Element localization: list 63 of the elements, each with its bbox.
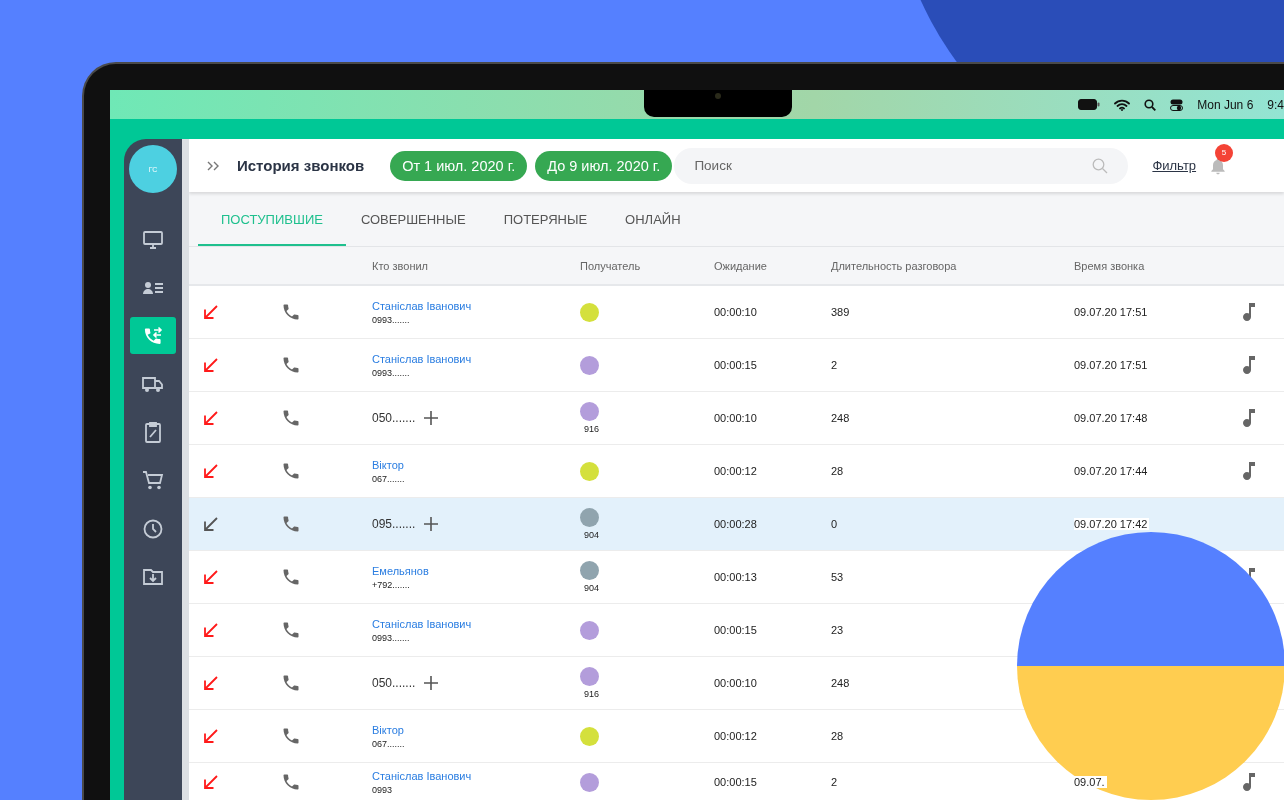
column-header: Получатель: [580, 259, 642, 272]
wait-time: 00:00:10: [714, 306, 757, 318]
wait-time: 00:00:13: [714, 571, 757, 583]
call-time: 09.07.20 17:44: [1074, 465, 1150, 477]
call-duration: 248: [831, 677, 850, 689]
caller-phone: 0993.......: [372, 314, 411, 325]
wait-time: 00:00:12: [714, 730, 757, 742]
caller-phone: +792.......: [372, 579, 411, 590]
column-header: Ожидание: [714, 259, 768, 272]
table-row[interactable]: 050....... 916 00:00:10 248 09.07.20 17:48: [189, 392, 1284, 445]
caller-name-link[interactable]: Віктор: [372, 723, 405, 736]
table-row[interactable]: Станіслав Іванович 0993....... 00:00:15 2 09.07.20 17:51: [189, 339, 1284, 392]
wait-time: 00:00:10: [714, 412, 757, 424]
caller-phone: 095.......: [372, 517, 416, 531]
caller-phone: 067.......: [372, 738, 405, 749]
extension-number: 904: [584, 530, 600, 540]
caller-name-link[interactable]: Станіслав Іванович: [372, 299, 472, 312]
table-row[interactable]: 095....... 904 00:00:28 0 09.07.20 17:42: [189, 498, 1284, 551]
call-time: 09.07.: [1074, 776, 1107, 788]
wait-time: 00:00:15: [714, 359, 757, 371]
caller-name-link[interactable]: Віктор: [372, 458, 405, 471]
extension-number: 904: [584, 583, 600, 593]
call-time: 09.07.20 17:51: [1074, 306, 1150, 318]
column-header: Кто звонил: [372, 259, 429, 272]
notification-badge: 5: [1215, 143, 1234, 162]
caller-phone: 0993.......: [372, 367, 411, 378]
column-header: Длительность разговора: [831, 259, 958, 272]
call-duration: 2: [831, 359, 838, 371]
search-field[interactable]: Поиск: [674, 147, 1129, 184]
call-duration: 28: [831, 465, 844, 477]
call-duration: 389: [831, 306, 850, 318]
call-duration: 23: [831, 624, 844, 636]
caller-name-link[interactable]: Станіслав Іванович: [372, 352, 472, 365]
caller-phone: 050.......: [372, 411, 416, 425]
call-duration: 2: [831, 776, 838, 788]
caller-phone: 0993.......: [372, 632, 411, 643]
wait-time: 00:00:28: [714, 518, 757, 530]
wait-time: 00:00:12: [714, 465, 757, 477]
call-time: 09.07.20 17:51: [1074, 359, 1150, 371]
page-title: История звонков: [237, 157, 365, 174]
menu-bar-time: 9:4: [1267, 97, 1284, 112]
menu-bar-date: Mon Jun 6: [1197, 97, 1254, 112]
filter-link[interactable]: Фильтр: [1152, 158, 1197, 173]
caller-name-link[interactable]: Станіслав Іванович: [372, 769, 472, 782]
call-duration: 248: [831, 412, 850, 424]
call-time: 09.07.20 17:48: [1074, 412, 1150, 424]
caller-name-link[interactable]: Емельянов: [372, 564, 429, 577]
wait-time: 00:00:10: [714, 677, 757, 689]
caller-phone: 0993: [372, 784, 394, 795]
call-duration: 28: [831, 730, 844, 742]
call-time: 09.07.20 17:42: [1074, 518, 1150, 530]
extension-number: 916: [584, 689, 600, 699]
call-duration: 53: [831, 571, 844, 583]
caller-phone: 067.......: [372, 473, 405, 484]
table-row[interactable]: Станіслав Іванович 0993....... 00:00:10 389 09.07.20 17:51: [189, 286, 1284, 339]
caller-phone: 050.......: [372, 676, 416, 690]
call-duration: 0: [831, 518, 838, 530]
column-header: Время звонка: [1074, 259, 1146, 272]
table-row[interactable]: Віктор 067....... 00:00:12 28 09.07.20 17:44: [189, 445, 1284, 498]
wait-time: 00:00:15: [714, 776, 757, 788]
extension-number: 916: [584, 424, 600, 434]
caller-name-link[interactable]: Станіслав Іванович: [372, 617, 472, 630]
wait-time: 00:00:15: [714, 624, 757, 636]
